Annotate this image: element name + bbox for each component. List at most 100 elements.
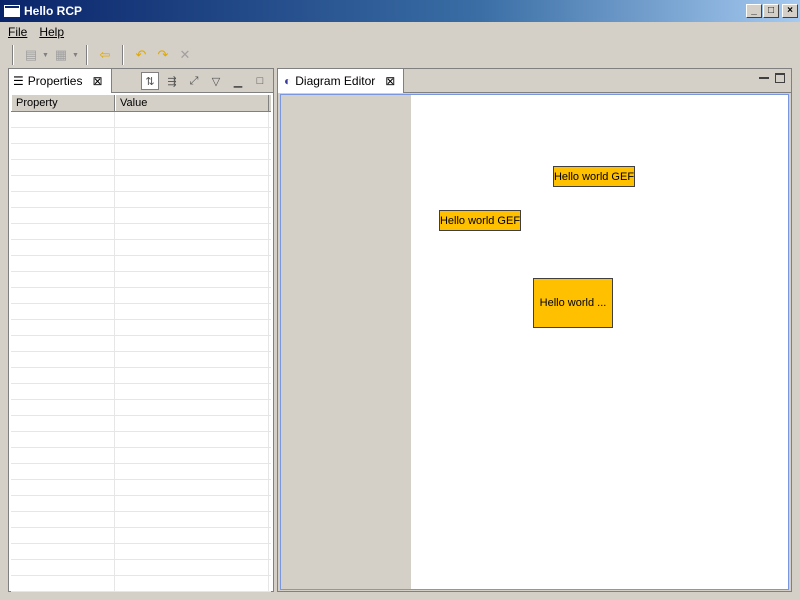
restore-default-icon[interactable]: ⤢ bbox=[185, 72, 203, 90]
property-cell bbox=[11, 352, 115, 367]
property-cell bbox=[11, 448, 115, 463]
property-cell bbox=[11, 176, 115, 191]
table-row[interactable] bbox=[11, 448, 271, 464]
save-dropdown-icon[interactable]: ▼ bbox=[72, 52, 80, 59]
table-row[interactable] bbox=[11, 336, 271, 352]
show-categories-icon[interactable]: ⇅ bbox=[141, 72, 159, 90]
app-window-icon bbox=[4, 5, 20, 17]
value-cell bbox=[115, 128, 269, 143]
table-row[interactable] bbox=[11, 272, 271, 288]
diagram-node[interactable]: Hello world GEF bbox=[439, 210, 521, 231]
table-row[interactable] bbox=[11, 528, 271, 544]
value-cell bbox=[115, 448, 269, 463]
save-icon[interactable]: ▦ bbox=[50, 44, 72, 66]
table-row[interactable] bbox=[11, 496, 271, 512]
table-row[interactable] bbox=[11, 352, 271, 368]
minimize-editor-icon[interactable] bbox=[759, 73, 769, 79]
table-row[interactable] bbox=[11, 112, 271, 128]
tab-diagram-editor-label: Diagram Editor bbox=[295, 74, 376, 88]
table-row[interactable] bbox=[11, 576, 271, 592]
main-toolbar: ▤ ▼ ▦ ▼ ⇦ ↶ ↷ ✕ bbox=[0, 42, 800, 68]
diagram-editor: ◐ Diagram Editor ⊠ Hello world GEF Hello… bbox=[277, 68, 792, 592]
toolbar-separator bbox=[86, 45, 88, 65]
window-title: Hello RCP bbox=[24, 4, 83, 18]
value-cell bbox=[115, 496, 269, 511]
maximize-window-button[interactable]: □ bbox=[763, 4, 779, 18]
view-menu-icon[interactable]: ▽ bbox=[207, 72, 225, 90]
close-icon[interactable]: ⊠ bbox=[92, 74, 102, 88]
table-row[interactable] bbox=[11, 256, 271, 272]
property-cell bbox=[11, 576, 115, 591]
table-row[interactable] bbox=[11, 144, 271, 160]
property-cell bbox=[11, 160, 115, 175]
table-row[interactable] bbox=[11, 432, 271, 448]
close-icon[interactable]: ⊠ bbox=[385, 74, 395, 88]
table-row[interactable] bbox=[11, 400, 271, 416]
property-cell bbox=[11, 384, 115, 399]
value-cell bbox=[115, 176, 269, 191]
property-cell bbox=[11, 112, 115, 127]
redo-icon[interactable]: ↷ bbox=[152, 44, 174, 66]
value-cell bbox=[115, 112, 269, 127]
maximize-view-icon[interactable]: □ bbox=[251, 72, 269, 90]
tab-properties[interactable]: ☰ Properties ⊠ bbox=[9, 69, 112, 93]
properties-table-header: Property Value bbox=[11, 95, 271, 112]
value-cell bbox=[115, 432, 269, 447]
table-row[interactable] bbox=[11, 368, 271, 384]
window-controls: _ □ × bbox=[745, 4, 798, 18]
table-row[interactable] bbox=[11, 320, 271, 336]
column-header-value[interactable]: Value bbox=[115, 95, 269, 111]
table-row[interactable] bbox=[11, 512, 271, 528]
value-cell bbox=[115, 400, 269, 415]
menu-file[interactable]: File bbox=[2, 25, 33, 39]
value-cell bbox=[115, 304, 269, 319]
diagram-canvas[interactable]: Hello world GEF Hello world GEF Hello wo… bbox=[411, 95, 788, 589]
value-cell bbox=[115, 288, 269, 303]
palette[interactable] bbox=[281, 95, 411, 589]
close-window-button[interactable]: × bbox=[782, 4, 798, 18]
property-cell bbox=[11, 368, 115, 383]
table-row[interactable] bbox=[11, 176, 271, 192]
table-row[interactable] bbox=[11, 416, 271, 432]
table-row[interactable] bbox=[11, 384, 271, 400]
back-icon[interactable]: ⇦ bbox=[94, 44, 116, 66]
table-row[interactable] bbox=[11, 560, 271, 576]
maximize-editor-icon[interactable] bbox=[775, 73, 785, 83]
property-cell bbox=[11, 560, 115, 575]
property-cell bbox=[11, 304, 115, 319]
diagram-node[interactable]: Hello world ... bbox=[533, 278, 613, 328]
diagram-node[interactable]: Hello world GEF bbox=[553, 166, 635, 187]
value-cell bbox=[115, 256, 269, 271]
property-cell bbox=[11, 224, 115, 239]
minimize-window-button[interactable]: _ bbox=[746, 4, 762, 18]
menu-help[interactable]: Help bbox=[33, 25, 70, 39]
show-advanced-icon[interactable]: ⇶ bbox=[163, 72, 181, 90]
property-cell bbox=[11, 400, 115, 415]
table-row[interactable] bbox=[11, 224, 271, 240]
delete-icon[interactable]: ✕ bbox=[174, 44, 196, 66]
properties-table-body bbox=[11, 112, 271, 592]
property-cell bbox=[11, 320, 115, 335]
table-row[interactable] bbox=[11, 192, 271, 208]
window-title-bar[interactable]: Hello RCP _ □ × bbox=[0, 0, 800, 22]
table-row[interactable] bbox=[11, 304, 271, 320]
property-cell bbox=[11, 272, 115, 287]
table-row[interactable] bbox=[11, 240, 271, 256]
property-cell bbox=[11, 544, 115, 559]
table-row[interactable] bbox=[11, 544, 271, 560]
undo-icon[interactable]: ↶ bbox=[130, 44, 152, 66]
new-wizard-dropdown-icon[interactable]: ▼ bbox=[42, 52, 50, 59]
new-wizard-icon[interactable]: ▤ bbox=[20, 44, 42, 66]
table-row[interactable] bbox=[11, 288, 271, 304]
column-header-property[interactable]: Property bbox=[11, 95, 115, 111]
property-cell bbox=[11, 192, 115, 207]
table-row[interactable] bbox=[11, 128, 271, 144]
table-row[interactable] bbox=[11, 208, 271, 224]
table-row[interactable] bbox=[11, 480, 271, 496]
eclipse-icon: ◐ bbox=[284, 74, 292, 88]
table-row[interactable] bbox=[11, 160, 271, 176]
property-cell bbox=[11, 464, 115, 479]
minimize-view-icon[interactable]: ▁ bbox=[229, 72, 247, 90]
table-row[interactable] bbox=[11, 464, 271, 480]
tab-diagram-editor[interactable]: ◐ Diagram Editor ⊠ bbox=[278, 69, 405, 93]
